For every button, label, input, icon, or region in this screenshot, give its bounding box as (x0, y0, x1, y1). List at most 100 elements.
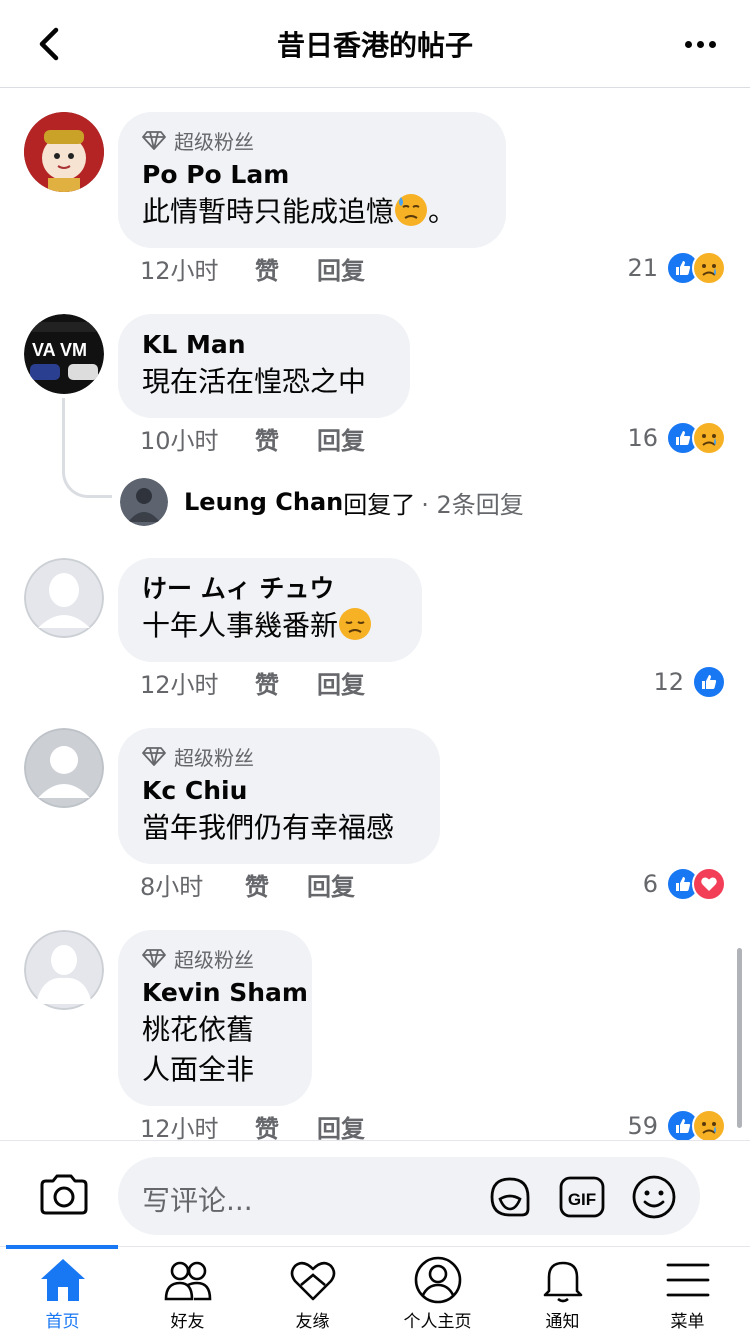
comment-meta: 12小时 赞 回复 21 (140, 248, 726, 288)
comment-bubble[interactable]: 超级粉丝 Kevin Sham 桃花依舊 人面全非 (118, 930, 312, 1106)
comment-text: 現在活在惶恐之中 (142, 365, 367, 398)
avatar[interactable] (24, 728, 104, 808)
sad-icon (692, 251, 726, 285)
comment-text: 當年我們仍有幸福感 (142, 811, 395, 844)
love-icon (692, 867, 726, 901)
comment-meta: 8小时 赞 回复 6 (140, 864, 726, 904)
comment-time: 8小时 (140, 872, 204, 901)
top-bar: 昔日香港的帖子 (0, 0, 750, 88)
camera-icon (40, 1174, 88, 1215)
avatar (120, 478, 168, 526)
thread-connector (62, 398, 112, 498)
reaction-count[interactable]: 12 (653, 668, 684, 696)
like-button[interactable]: 赞 (245, 867, 307, 902)
comment-bubble[interactable]: けー ムィ チュウ 十年人事幾番新 (118, 558, 422, 662)
home-icon (40, 1259, 85, 1301)
tab-profile[interactable]: 个人主页 (375, 1255, 500, 1333)
top-fan-badge: 超级粉丝 (142, 742, 416, 770)
profile-icon (414, 1256, 461, 1304)
tab-menu[interactable]: 菜单 (625, 1255, 750, 1333)
comment-meta: 12小时 赞 回复 12 (140, 662, 726, 702)
more-options-button[interactable] (678, 22, 722, 66)
comment-bubble[interactable]: 超级粉丝 Po Po Lam 此情暫時只能成追憶。 (118, 112, 506, 248)
scrollbar[interactable] (737, 948, 742, 1128)
gif-icon[interactable]: GIF (558, 1173, 606, 1221)
dot (696, 40, 704, 48)
reply-button[interactable]: 回复 (317, 421, 365, 456)
like-button[interactable]: 赞 (255, 421, 317, 456)
bell-icon (543, 1261, 582, 1303)
tab-home[interactable]: 首页 (0, 1255, 125, 1333)
emoji-icon[interactable] (630, 1173, 678, 1221)
reply-label: 回复了 (343, 490, 416, 519)
comment-text-line: 人面全非 (142, 1053, 255, 1086)
diamond-icon (142, 131, 166, 150)
reaction-count[interactable]: 6 (643, 870, 658, 898)
tab-friends[interactable]: 好友 (125, 1255, 250, 1333)
reaction-count[interactable]: 16 (627, 424, 658, 452)
like-icon (692, 665, 726, 699)
comment-text-line: 桃花依舊 (142, 1013, 255, 1046)
fan-badge-label: 超级粉丝 (174, 745, 254, 770)
like-button[interactable]: 赞 (255, 251, 317, 286)
sad-icon (692, 421, 726, 455)
tab-label: 菜单 (670, 1312, 705, 1332)
tab-label: 首页 (45, 1312, 80, 1332)
reaction-count[interactable]: 21 (627, 254, 658, 282)
comment-text-suffix: 。 (428, 195, 457, 228)
avatar[interactable] (24, 930, 104, 1010)
fan-badge-label: 超级粉丝 (174, 129, 254, 154)
tab-label: 好友 (170, 1312, 205, 1332)
top-fan-badge: 超级粉丝 (142, 126, 482, 154)
camera-button[interactable] (38, 1169, 90, 1221)
avatar[interactable] (24, 558, 104, 638)
avatar-sticker-icon[interactable] (486, 1173, 534, 1221)
reaction-count[interactable]: 59 (627, 1112, 658, 1140)
like-button[interactable]: 赞 (255, 1109, 317, 1144)
comment-bubble[interactable]: 超级粉丝 Kc Chiu 當年我們仍有幸福感 (118, 728, 440, 864)
comment-author[interactable]: けー ムィ チュウ (142, 572, 398, 606)
reply-button[interactable]: 回复 (317, 1109, 365, 1144)
comment-author[interactable]: Kc Chiu (142, 774, 416, 808)
bottom-tab-bar: 首页 好友 友缘 个人主页 通知 菜单 (0, 1245, 750, 1334)
sweat-emoji-icon (395, 194, 428, 226)
comment-text-body: 此情暫時只能成追憶 (142, 195, 395, 228)
menu-icon (666, 1263, 709, 1297)
svg-text:VA VM: VA VM (32, 340, 87, 360)
tab-dating[interactable]: 友缘 (250, 1255, 375, 1333)
comment-text-body: 十年人事幾番新 (142, 609, 339, 642)
diamond-icon (142, 949, 166, 968)
comment-author[interactable]: Kevin Sham (142, 976, 308, 1010)
comment-time: 12小时 (140, 670, 219, 699)
comment-author[interactable]: Po Po Lam (142, 158, 482, 192)
page-title: 昔日香港的帖子 (276, 29, 473, 62)
dot (708, 40, 716, 48)
reply-button[interactable]: 回复 (317, 251, 365, 286)
reply-count: · 2条回复 (421, 490, 524, 519)
comment-bubble[interactable]: KL Man 現在活在惶恐之中 (118, 314, 410, 418)
comment-text: 十年人事幾番新 (142, 606, 398, 646)
tab-label: 个人主页 (403, 1312, 472, 1332)
svg-text:GIF: GIF (568, 1190, 596, 1209)
reply-button[interactable]: 回复 (317, 665, 365, 700)
dot (684, 40, 692, 48)
comment-text: 此情暫時只能成追憶。 (142, 192, 482, 232)
heart-icon (290, 1261, 335, 1301)
avatar[interactable]: VA VM (24, 314, 104, 394)
reply-button[interactable]: 回复 (307, 867, 355, 902)
active-tab-indicator (6, 1245, 118, 1249)
tab-notifications[interactable]: 通知 (500, 1255, 625, 1333)
comment-time: 12小时 (140, 1114, 219, 1143)
reply-author: Leung Chan (184, 488, 344, 516)
tab-label: 通知 (545, 1312, 580, 1332)
view-replies-link[interactable]: Leung Chan 回复了 · 2条回复 (120, 478, 524, 526)
disappointed-emoji-icon (339, 608, 372, 640)
comment-author[interactable]: KL Man (142, 328, 386, 362)
avatar[interactable] (24, 112, 104, 192)
tab-label: 友缘 (295, 1312, 330, 1332)
comment-input-placeholder: 写评论... (142, 1184, 253, 1217)
like-button[interactable]: 赞 (255, 665, 317, 700)
comment-input[interactable]: 写评论... GIF (118, 1157, 700, 1235)
top-fan-badge: 超级粉丝 (142, 944, 288, 972)
comment-composer: 写评论... GIF (0, 1140, 750, 1246)
